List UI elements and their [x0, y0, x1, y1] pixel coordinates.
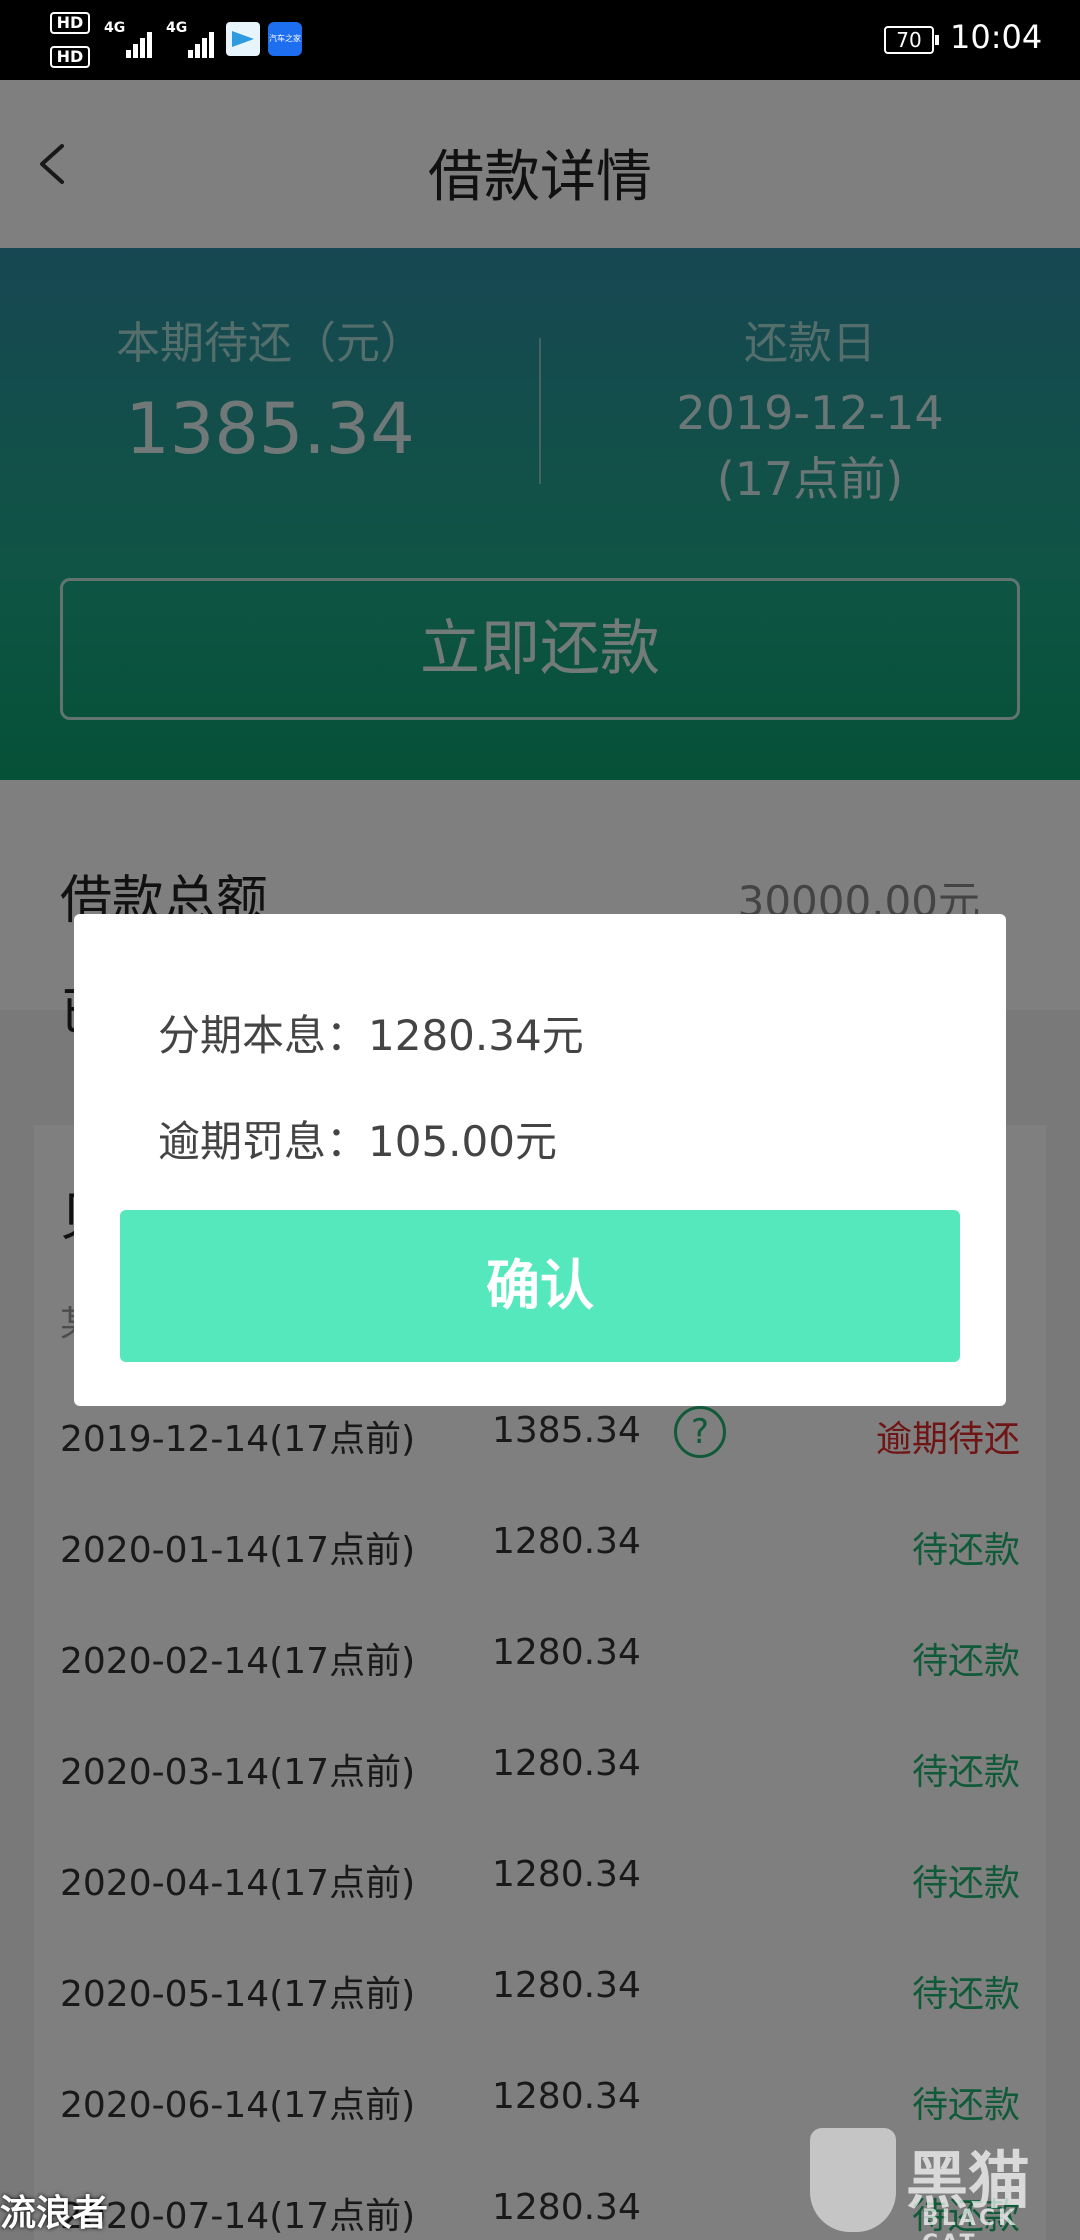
network-type: 4G	[104, 20, 126, 36]
watermark-text: 流浪者	[0, 2193, 109, 2234]
notification-app-icon: 汽车之家	[268, 22, 302, 56]
overdue-penalty-interest: 逾期罚息：105.00元	[158, 1117, 557, 1166]
hd-icon: HD	[50, 46, 90, 68]
notification-app-icon	[226, 22, 260, 56]
signal-icon: 4G	[104, 18, 156, 58]
repayment-breakdown-dialog: 分期本息：1280.34元 逾期罚息：105.00元 确认	[74, 914, 1006, 1406]
cat-logo-icon	[810, 2128, 896, 2232]
hd-icon: HD	[50, 12, 90, 34]
network-type: 4G	[166, 20, 188, 36]
watermark-logo: 黑猫 BLACK CAT	[810, 2128, 1080, 2240]
installment-principal-interest: 分期本息：1280.34元	[158, 1011, 584, 1060]
clock: 10:04	[950, 18, 1043, 56]
battery-icon: 70	[884, 26, 939, 54]
signal-icon: 4G	[166, 18, 218, 58]
watermark-brand-en: BLACK CAT	[922, 2206, 1019, 2240]
confirm-button[interactable]: 确认	[120, 1210, 960, 1362]
status-bar: HD HD 4G 4G 汽车之家 70 10:04	[0, 0, 1080, 80]
